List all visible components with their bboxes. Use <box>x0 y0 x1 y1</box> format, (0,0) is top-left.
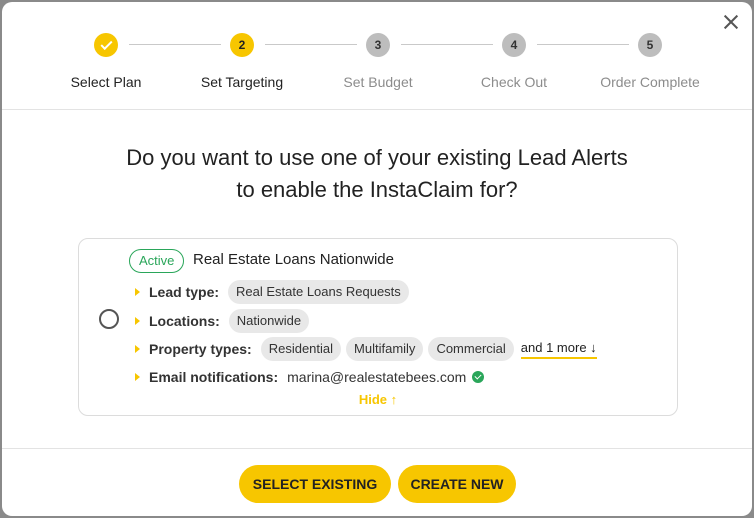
lead-alert-question: Do you want to use one of your existing … <box>2 142 752 206</box>
modal-footer: SELECT EXISTING CREATE NEW <box>2 448 752 516</box>
caret-right-icon <box>135 373 140 381</box>
property-type-chip: Residential <box>260 337 342 361</box>
step-5-circle: 5 <box>638 33 662 57</box>
property-types-label: Property types: <box>149 341 252 357</box>
step-2-circle: 2 <box>230 33 254 57</box>
property-type-chip: Commercial <box>428 337 514 361</box>
property-types-row: Property types: Residential Multifamily … <box>135 337 597 361</box>
property-type-chip: Multifamily <box>346 337 424 361</box>
email-notifications-row: Email notifications: marina@realestatebe… <box>135 365 485 389</box>
email-notifications-label: Email notifications: <box>149 369 279 385</box>
step-5-label: Order Complete <box>600 74 700 90</box>
create-new-button[interactable]: CREATE NEW <box>398 465 516 503</box>
step-4-circle: 4 <box>502 33 526 57</box>
checkmark-icon <box>99 37 113 51</box>
step-1-circle <box>94 33 118 57</box>
step-connector <box>129 44 221 45</box>
step-connector <box>537 44 629 45</box>
email-address: marina@realestatebees.com <box>287 369 467 385</box>
step-4-label: Check Out <box>480 74 548 90</box>
step-3-circle: 3 <box>366 33 390 57</box>
location-chip: Nationwide <box>228 309 310 333</box>
caret-right-icon <box>135 345 140 353</box>
lead-type-chip: Real Estate Loans Requests <box>228 280 409 304</box>
step-connector <box>265 44 357 45</box>
lead-type-label: Lead type: <box>149 284 220 300</box>
lead-alert-name: Real Estate Loans Nationwide <box>193 251 394 268</box>
select-existing-button[interactable]: SELECT EXISTING <box>239 465 391 503</box>
show-more-link[interactable]: and 1 more ↓ <box>520 339 597 359</box>
progress-stepper: 2 3 4 5 Select Plan Set Targeting Set Bu… <box>2 2 752 110</box>
question-line-2: to enable the InstaClaim for? <box>236 177 518 202</box>
step-connector <box>401 44 493 45</box>
instaclaim-modal: 2 3 4 5 Select Plan Set Targeting Set Bu… <box>2 2 752 516</box>
step-1-label: Select Plan <box>70 74 142 90</box>
locations-row: Locations: Nationwide <box>135 309 314 333</box>
caret-right-icon <box>135 317 140 325</box>
verified-check-icon <box>472 371 485 383</box>
lead-alert-card[interactable]: Active Real Estate Loans Nationwide Lead… <box>78 238 678 416</box>
status-badge: Active <box>129 249 185 273</box>
step-3-label: Set Budget <box>343 74 413 90</box>
hide-details-link[interactable]: Hide ↑ <box>79 392 677 407</box>
caret-right-icon <box>135 288 140 296</box>
question-line-1: Do you want to use one of your existing … <box>126 145 628 170</box>
locations-label: Locations: <box>149 313 220 329</box>
lead-type-row: Lead type: Real Estate Loans Requests <box>135 280 414 304</box>
step-2-label: Set Targeting <box>200 74 284 90</box>
lead-alert-radio[interactable] <box>99 309 119 329</box>
